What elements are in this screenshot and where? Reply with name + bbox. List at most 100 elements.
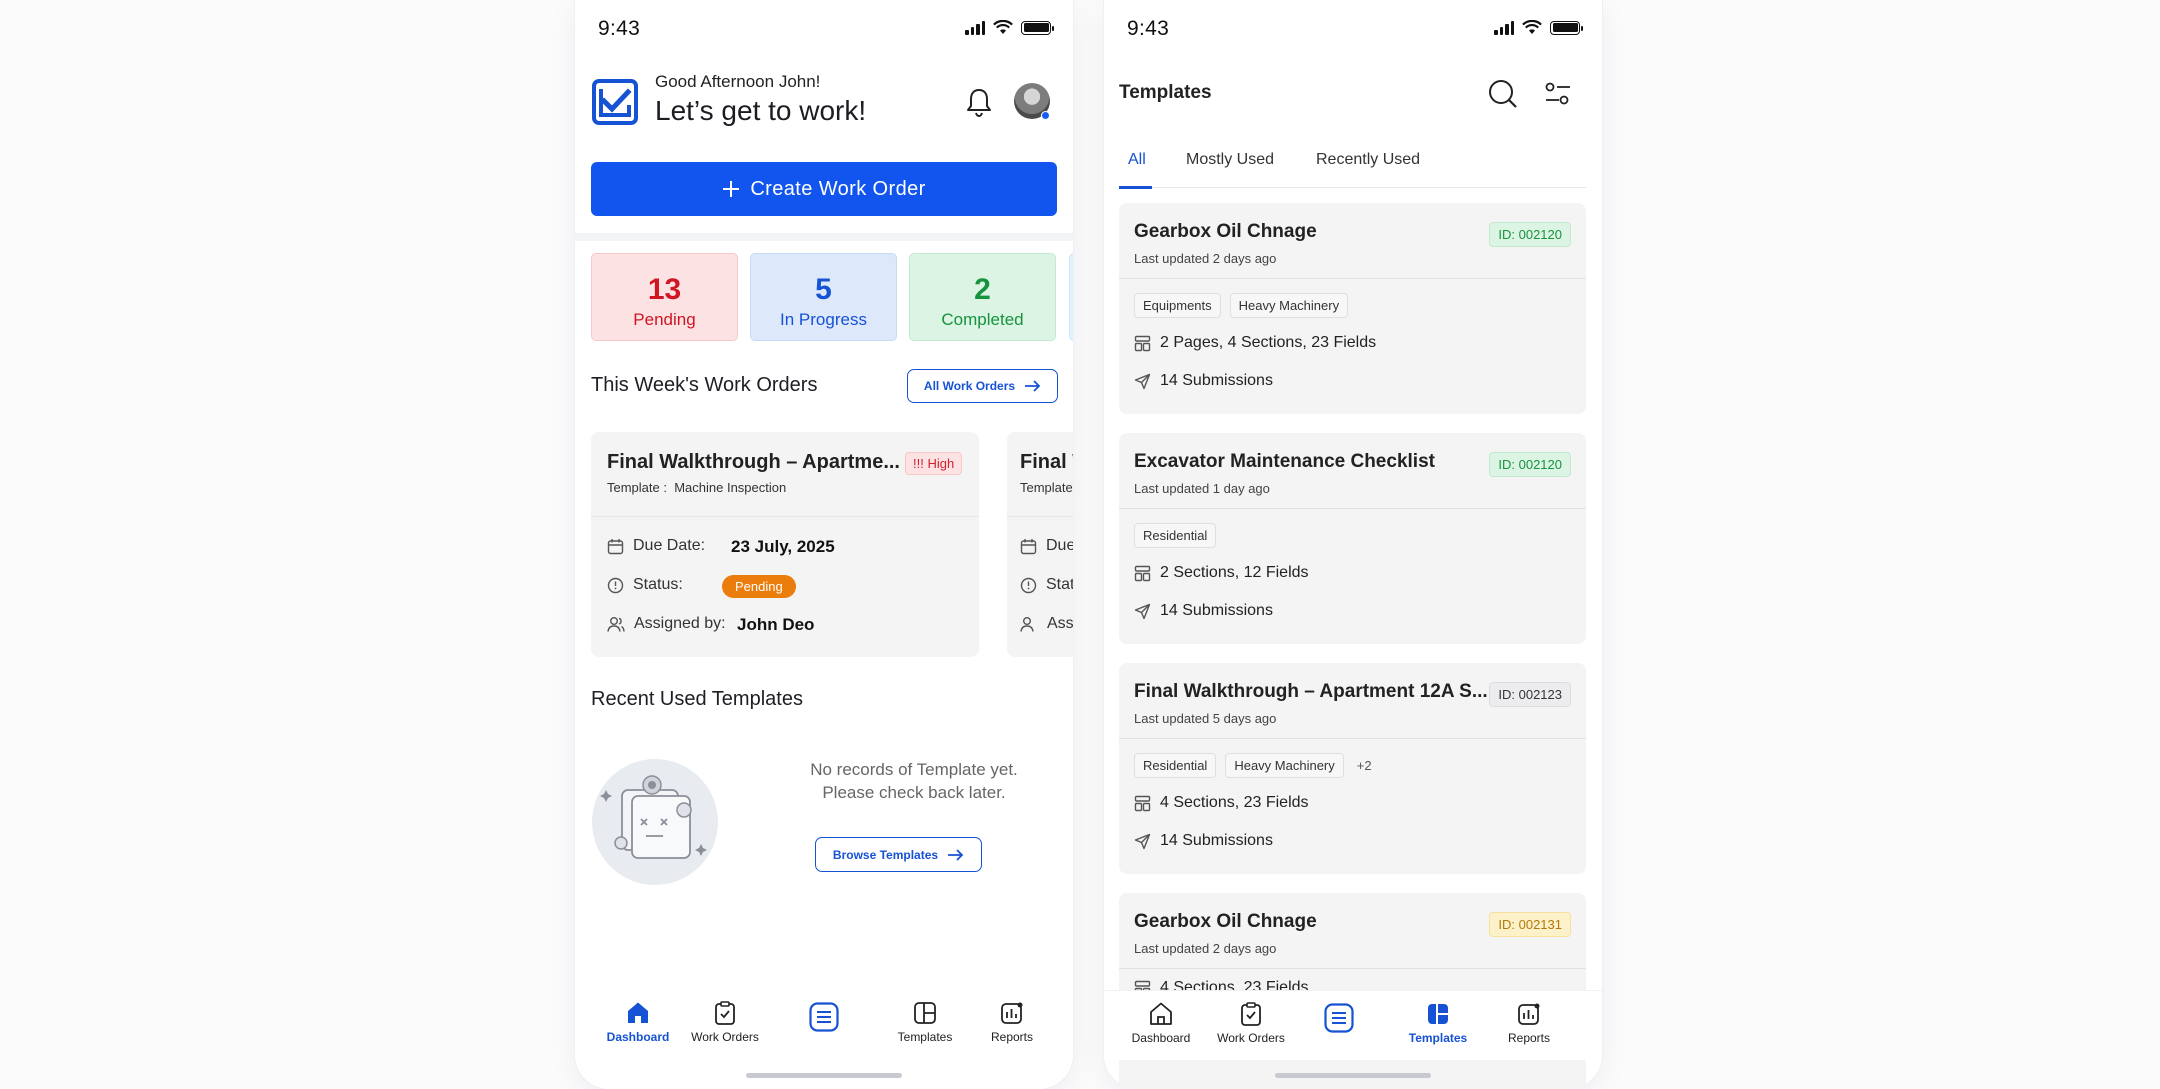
template-card[interactable]: Excavator Maintenance Checklist Last upd…: [1119, 433, 1586, 644]
empty-state-message: No records of Template yet. Please check…: [810, 760, 1018, 802]
tag: Residential: [1134, 523, 1217, 548]
priority-badge: !!! High: [905, 452, 963, 475]
template-card[interactable]: Gearbox Oil Chnage Last updated 2 days a…: [1119, 203, 1586, 414]
tab-recently-used[interactable]: Recently Used: [1316, 151, 1420, 169]
template-updated: Last updated 5 days ago: [1134, 711, 1277, 726]
status-bar: 9:43: [575, 0, 1073, 60]
template-id-badge: ID: 002123: [1489, 682, 1571, 707]
more-tags-count[interactable]: +2: [1353, 758, 1372, 773]
sections-icon: [1134, 335, 1151, 351]
users-icon: [607, 616, 625, 632]
send-icon: [1134, 603, 1151, 619]
browse-templates-button[interactable]: Browse Templates: [815, 837, 982, 872]
status-bar: 9:43: [1104, 0, 1602, 60]
work-order-title: Final Walkthrough – Apartme...: [607, 451, 900, 473]
tab-templates[interactable]: Templates: [1393, 1001, 1483, 1045]
home-icon: [628, 1002, 648, 1023]
stat-card-peek: [1069, 253, 1073, 341]
bottom-tab-bar: Dashboard Work Orders Templates Reports: [575, 990, 1073, 1060]
tag: Residential: [1134, 753, 1217, 778]
status-badge: Pending: [722, 575, 796, 598]
calendar-icon: [1020, 538, 1037, 554]
template-tabs: All Mostly Used Recently Used: [1119, 148, 1586, 189]
template-title: Final Walkthrough – Apartment 12A S...: [1134, 681, 1488, 702]
users-icon: [1020, 616, 1034, 632]
work-order-template: Template : Machine Inspection: [607, 480, 787, 495]
dashboard-screen: 9:43 Good Afternoon John! Let’s get to w…: [575, 0, 1073, 1089]
tag: Heavy Machinery: [1225, 753, 1344, 778]
work-order-card[interactable]: Final Walkthrough – Apartme... Template …: [591, 432, 979, 657]
tab-reports[interactable]: Reports: [1484, 1001, 1574, 1045]
battery-icon: [1550, 20, 1583, 35]
template-structure: 2 Sections, 12 Fields: [1160, 564, 1309, 581]
due-date-value: 23 July, 2025: [731, 537, 835, 556]
status-label: Status:: [633, 576, 683, 593]
tag-list: Residential Heavy Machinery +2: [1134, 753, 1372, 778]
calendar-icon: [607, 538, 624, 554]
tab-templates[interactable]: Templates: [880, 1000, 970, 1044]
tab-dashboard[interactable]: Dashboard: [593, 1000, 683, 1044]
stat-completed[interactable]: 2 Completed: [909, 253, 1056, 341]
template-submissions: 14 Submissions: [1160, 372, 1273, 389]
bottom-tab-bar: Dashboard Work Orders Templates Reports: [1104, 990, 1602, 1060]
templates-icon: [914, 1002, 936, 1024]
list-icon: [809, 1002, 839, 1032]
tab-all[interactable]: All: [1128, 151, 1146, 169]
stat-pending[interactable]: 13 Pending: [591, 253, 738, 341]
tab-mostly-used[interactable]: Mostly Used: [1186, 151, 1274, 169]
tagline: Let’s get to work!: [655, 95, 867, 126]
list-icon: [1324, 1003, 1354, 1033]
template-id-badge: ID: 002120: [1489, 222, 1571, 247]
tab-center-list[interactable]: [779, 1002, 869, 1036]
home-indicator[interactable]: [746, 1073, 902, 1078]
search-icon[interactable]: [1487, 78, 1519, 110]
home-indicator[interactable]: [1275, 1073, 1431, 1078]
bell-icon[interactable]: [964, 86, 994, 118]
clock-icon: [607, 577, 624, 593]
recent-templates-title: Recent Used Templates: [591, 688, 803, 710]
home-icon: [1150, 1002, 1172, 1025]
online-indicator: [1041, 111, 1050, 120]
send-icon: [1134, 373, 1151, 389]
template-id-badge: ID: 002120: [1489, 452, 1571, 477]
status-time: 9:43: [1127, 17, 1170, 40]
create-work-order-button[interactable]: Create Work Order: [591, 162, 1057, 216]
due-date-label: Due Date:: [633, 537, 706, 554]
send-icon: [1134, 833, 1151, 849]
section-divider: [575, 233, 1073, 241]
plus-icon: [723, 181, 740, 197]
template-updated: Last updated 2 days ago: [1134, 941, 1277, 956]
template-card[interactable]: Final Walkthrough – Apartment 12A S... L…: [1119, 663, 1586, 874]
signal-icon: [965, 20, 985, 35]
tab-work-orders[interactable]: Work Orders: [680, 1000, 770, 1044]
template-title: Gearbox Oil Chnage: [1134, 911, 1317, 932]
clock-icon: [1020, 577, 1037, 593]
signal-icon: [1494, 20, 1514, 35]
tag-list: Residential: [1134, 523, 1217, 548]
page-title: Templates: [1119, 82, 1212, 103]
stat-in-progress[interactable]: 5 In Progress: [750, 253, 897, 341]
tab-reports[interactable]: Reports: [967, 1000, 1057, 1044]
card-divider: [591, 516, 979, 517]
tab-dashboard[interactable]: Dashboard: [1116, 1001, 1206, 1045]
tab-center-list[interactable]: [1294, 1003, 1384, 1037]
tag-list: Equipments Heavy Machinery: [1134, 293, 1349, 318]
filter-icon[interactable]: [1544, 80, 1572, 108]
reports-icon: [1518, 1003, 1540, 1025]
work-order-card-peek[interactable]: Final W Template Due Stat Assi: [1007, 432, 1073, 657]
wifi-icon: [993, 20, 1013, 34]
sections-icon: [1134, 565, 1151, 581]
tab-work-orders[interactable]: Work Orders: [1206, 1001, 1296, 1045]
template-submissions: 14 Submissions: [1160, 602, 1273, 619]
all-work-orders-button[interactable]: All Work Orders: [907, 369, 1058, 403]
wifi-icon: [1522, 20, 1542, 34]
week-orders-title: This Week's Work Orders: [591, 374, 818, 396]
arrow-right-icon: [948, 848, 964, 861]
template-updated: Last updated 1 day ago: [1134, 481, 1270, 496]
clipboard-check-icon: [1241, 1002, 1261, 1026]
battery-icon: [1021, 20, 1054, 35]
active-tab-indicator: [1119, 185, 1152, 189]
clipboard-check-icon: [715, 1001, 735, 1025]
reports-icon: [1001, 1002, 1023, 1024]
tag: Heavy Machinery: [1229, 293, 1349, 318]
